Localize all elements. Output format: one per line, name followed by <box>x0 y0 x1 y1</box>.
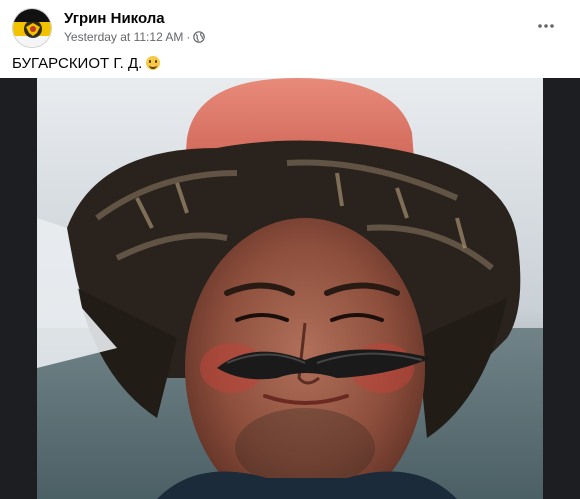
more-options-icon[interactable] <box>534 14 558 38</box>
post-photo-frame[interactable] <box>0 78 580 499</box>
portrait-image <box>37 78 543 499</box>
globe-icon[interactable] <box>193 31 206 43</box>
author-avatar[interactable] <box>12 8 52 48</box>
post-timestamp[interactable]: Yesterday at 11:12 AM <box>64 30 183 44</box>
avatar-emblem <box>13 9 51 47</box>
post-meta: Yesterday at 11:12 AM · <box>64 30 206 44</box>
author-name[interactable]: Угрин Никола <box>64 10 165 27</box>
post-photo[interactable] <box>37 78 543 499</box>
meta-separator: · <box>186 30 191 44</box>
post-text: БУГАРСКИОТ Г. Д. <box>12 55 161 72</box>
feed-post: Угрин Никола Yesterday at 11:12 AM · БУГ… <box>0 0 580 499</box>
post-text-content: БУГАРСКИОТ Г. Д. <box>12 55 143 72</box>
post-header: Угрин Никола Yesterday at 11:12 AM · <box>12 8 568 48</box>
grinning-face-emoji <box>146 56 161 70</box>
